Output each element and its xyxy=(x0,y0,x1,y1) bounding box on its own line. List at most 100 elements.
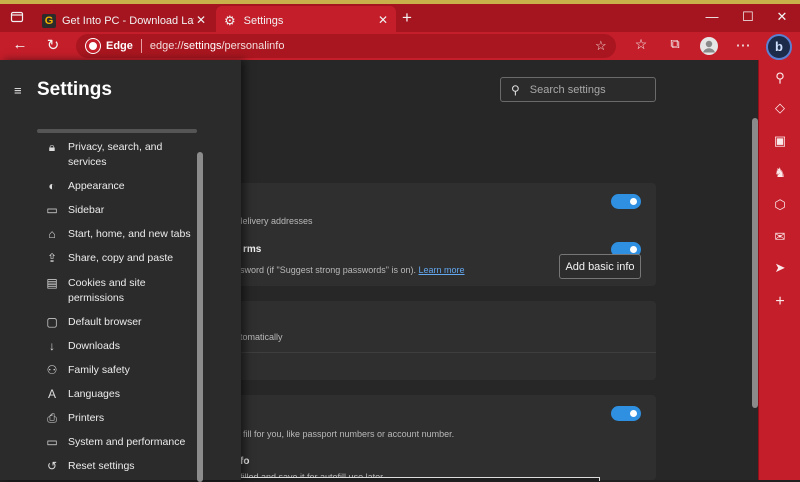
more-menu-icon[interactable]: ⋯ xyxy=(733,36,753,54)
sidebar-item-printers[interactable]: ⎙ Printers xyxy=(44,411,196,426)
settings-nav-panel: ≡ Settings 🔒︎ Privacy, search, and servic… xyxy=(0,60,241,482)
url-host: settings xyxy=(183,40,222,52)
collections-icon[interactable]: ⧉ xyxy=(665,36,685,52)
sidebar-item-sidebar[interactable]: ▭ Sidebar xyxy=(44,203,196,218)
share-icon: ⇪ xyxy=(46,251,58,265)
refresh-icon[interactable]: ↻ xyxy=(43,36,63,54)
sidebar-item-privacy[interactable]: 🔒︎ Privacy, search, and services xyxy=(44,140,196,170)
edge-brand-label: Edge xyxy=(106,40,133,52)
sidebar-item-label: Reset settings xyxy=(68,460,135,472)
add-favorite-icon[interactable]: ☆ xyxy=(595,38,607,54)
sidebar-item-start-home[interactable]: ⌂ Start, home, and new tabs xyxy=(44,227,196,242)
send-drop-icon[interactable]: ➤ xyxy=(772,260,788,276)
edge-identity-chip[interactable]: Edge xyxy=(76,39,133,53)
sidebar-item-family-safety[interactable]: ⚇ Family safety xyxy=(44,363,196,378)
sidebar-item-share-copy[interactable]: ⇪ Share, copy and paste xyxy=(44,251,196,266)
sidebar-item-label: System and performance xyxy=(68,436,186,448)
card-description-text: sword (if "Suggest strong passwords" is … xyxy=(240,265,416,275)
edge-sidebar: ⚲ ◇ ▣ ♞ ⬡ ✉ ➤ + xyxy=(758,60,800,480)
add-sidebar-app-icon[interactable]: + xyxy=(772,294,788,310)
sidebar-item-label: Languages xyxy=(68,388,120,400)
url-separator xyxy=(140,39,142,53)
url-prefix: edge:// xyxy=(149,40,184,52)
card-description: tomatically xyxy=(240,332,283,342)
sidebar-item-reset[interactable]: ↺ Reset settings xyxy=(44,459,196,474)
browser-icon: ▢ xyxy=(46,315,58,329)
sidebar-icon: ▭ xyxy=(46,203,58,217)
laptop-icon: ▭ xyxy=(46,435,58,449)
addresses-toggle[interactable] xyxy=(611,194,641,209)
microsoft-365-icon[interactable]: ⬡ xyxy=(772,197,788,213)
panel-scrollbar[interactable] xyxy=(197,152,203,482)
sidebar-item-label: Default browser xyxy=(68,316,142,328)
close-tab-icon[interactable]: ✕ xyxy=(196,13,206,27)
search-sidebar-icon[interactable]: ⚲ xyxy=(772,70,788,86)
add-basic-info-button[interactable]: Add basic info xyxy=(559,254,641,279)
sidebar-item-label: Printers xyxy=(68,412,105,424)
edge-logo-icon xyxy=(86,39,100,53)
sidebar-item-appearance[interactable]: ◐ Appearance xyxy=(44,179,196,194)
language-icon: A xyxy=(47,387,56,401)
reset-icon: ↺ xyxy=(46,459,58,473)
profile-avatar-icon[interactable] xyxy=(700,37,718,55)
home-icon: ⌂ xyxy=(48,227,56,241)
sidebar-item-label: Downloads xyxy=(68,340,120,352)
card-description: fill for you, like passport numbers or a… xyxy=(243,429,455,439)
games-icon[interactable]: ♞ xyxy=(772,165,788,181)
favorites-icon[interactable]: ☆ xyxy=(631,36,651,53)
dialog-edge xyxy=(200,477,600,481)
family-icon: ⚇ xyxy=(46,363,58,377)
address-bar: ← ↻ Edge edge://settings/personalinfo ☆ … xyxy=(0,32,800,60)
autofill-card: fill for you, like passport numbers or a… xyxy=(200,395,656,482)
shopping-tag-icon[interactable]: ◇ xyxy=(772,100,788,116)
url-field[interactable]: Edge edge://settings/personalinfo ☆ xyxy=(76,34,616,58)
close-window-button[interactable]: ✕ xyxy=(770,9,794,25)
tools-briefcase-icon[interactable]: ▣ xyxy=(772,133,788,149)
autofill-toggle[interactable] xyxy=(611,406,641,421)
search-placeholder: Search settings xyxy=(529,83,606,96)
card-divider xyxy=(200,352,656,353)
minimize-button[interactable]: — xyxy=(700,9,724,24)
card-setting-title: fo xyxy=(240,456,250,467)
outlook-icon[interactable]: ✉ xyxy=(772,229,788,245)
sidebar-item-label: Share, copy and paste xyxy=(68,252,174,264)
tab-title: Get Into PC - Download Latest Software xyxy=(62,15,194,27)
card-setting-title: rms xyxy=(243,244,262,255)
sidebar-item-default-browser[interactable]: ▢ Default browser xyxy=(44,315,196,330)
sidebar-item-label: Family safety xyxy=(68,364,130,376)
url-text: edge://settings/personalinfo xyxy=(150,40,285,52)
card-description: sword (if "Suggest strong passwords" is … xyxy=(240,265,465,275)
palette-icon: ◐ xyxy=(48,179,56,193)
hamburger-menu-icon[interactable]: ≡ xyxy=(14,84,25,97)
back-arrow-icon[interactable]: ← xyxy=(10,36,30,53)
search-settings-input[interactable]: ⚲ Search settings xyxy=(500,77,656,102)
sidebar-item-system[interactable]: ▭ System and performance xyxy=(44,435,196,450)
settings-gear-icon: ⚙ xyxy=(224,13,236,28)
page-title: Settings xyxy=(37,79,112,100)
panel-divider xyxy=(37,129,197,133)
sidebar-item-label: Privacy, search, and services xyxy=(68,141,163,168)
search-icon: ⚲ xyxy=(511,82,520,97)
tab-title: Settings xyxy=(243,15,284,27)
bing-copilot-button[interactable]: b xyxy=(766,34,792,60)
sidebar-item-label: Start, home, and new tabs xyxy=(68,228,191,240)
close-tab-icon[interactable]: ✕ xyxy=(378,13,388,27)
sidebar-item-label: Appearance xyxy=(68,180,125,192)
sidebar-item-cookies[interactable]: ▤ Cookies and site permissions xyxy=(44,276,196,306)
download-icon: ↓ xyxy=(49,339,55,353)
sidebar-item-downloads[interactable]: ↓ Downloads xyxy=(44,339,196,354)
learn-more-link[interactable]: Learn more xyxy=(418,265,464,275)
title-bar: G Get Into PC - Download Latest Software… xyxy=(0,0,800,36)
sidebar-item-languages[interactable]: A Languages xyxy=(44,387,196,402)
sidebar-item-label: Cookies and site permissions xyxy=(68,277,146,304)
card-description: d delivery addresses xyxy=(230,216,313,226)
g-favicon-icon: G xyxy=(42,14,56,28)
new-tab-button[interactable]: + xyxy=(402,8,412,28)
cookie-icon: ▤ xyxy=(46,276,58,290)
lock-icon: 🔒︎ xyxy=(48,140,56,154)
tab-actions-icon[interactable] xyxy=(10,10,24,24)
basic-info-card: tomatically xyxy=(200,301,656,380)
sidebar-item-label: Sidebar xyxy=(68,204,105,216)
printer-icon: ⎙ xyxy=(47,411,57,425)
maximize-button[interactable]: ☐ xyxy=(736,9,760,25)
